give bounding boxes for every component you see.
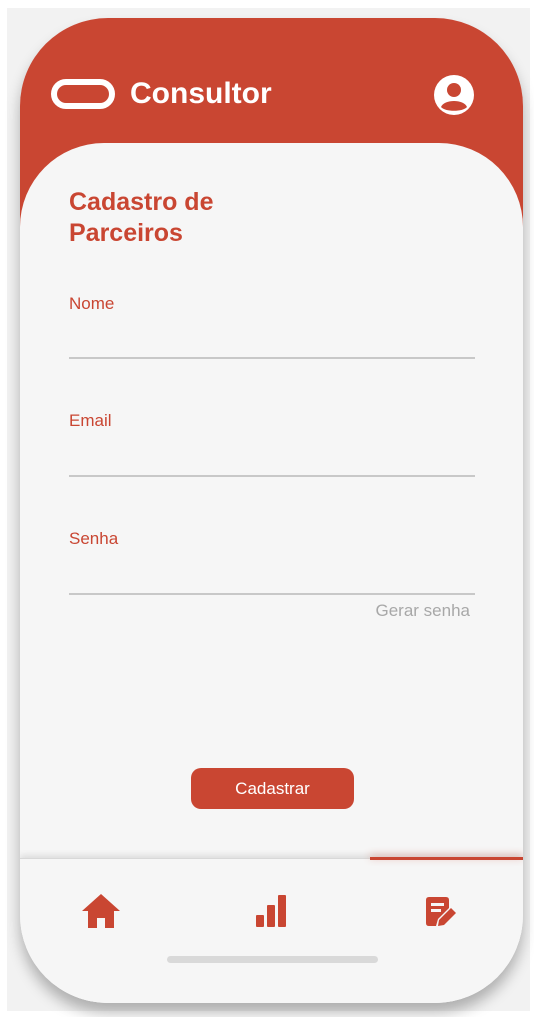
page-title: Cadastro de Parceiros bbox=[69, 188, 214, 247]
app-title: Consultor bbox=[130, 77, 272, 110]
name-field-label: Nome bbox=[69, 294, 115, 313]
nav-item-home[interactable] bbox=[77, 887, 125, 935]
user-circle-icon[interactable] bbox=[433, 74, 475, 116]
generate-password-link[interactable]: Gerar senha bbox=[320, 600, 471, 622]
pill-logo-icon bbox=[51, 79, 115, 109]
phone-frame: Consultor Cadastro de Parceiros Nome Ema… bbox=[20, 18, 523, 1003]
home-icon bbox=[82, 894, 120, 928]
nav-item-register[interactable] bbox=[417, 887, 465, 935]
password-input[interactable] bbox=[69, 563, 475, 595]
active-tab-indicator bbox=[370, 857, 523, 860]
bottom-nav bbox=[20, 857, 523, 1003]
email-input[interactable] bbox=[69, 445, 475, 477]
register-button[interactable]: Cadastrar bbox=[191, 768, 354, 809]
name-input[interactable] bbox=[69, 327, 475, 359]
edit-document-icon bbox=[426, 897, 456, 926]
password-field-label: Senha bbox=[69, 529, 119, 548]
home-indicator-bar bbox=[167, 956, 378, 963]
bar-chart-icon bbox=[256, 895, 286, 927]
email-field-label: Email bbox=[69, 411, 112, 430]
nav-item-stats[interactable] bbox=[247, 887, 295, 935]
